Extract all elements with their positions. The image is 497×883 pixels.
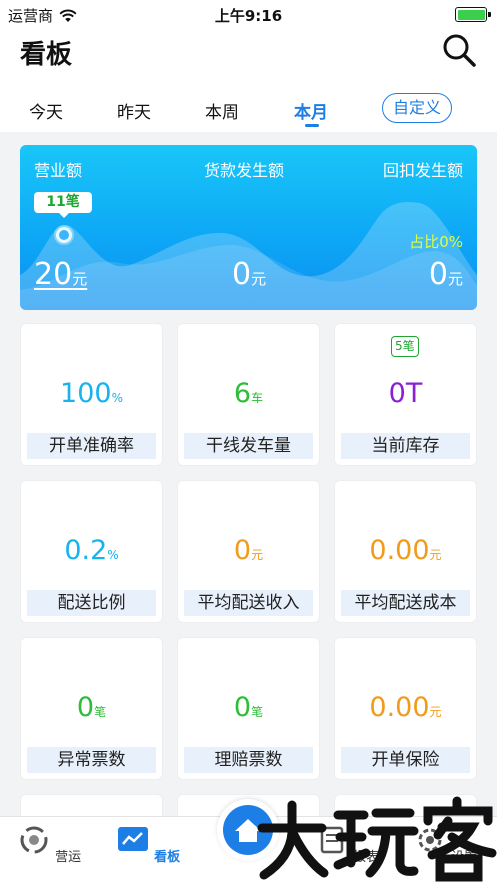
kpi-caption: 开单保险 — [341, 747, 470, 773]
kpi-value: 0笔 — [76, 692, 107, 723]
revenue-count-badge: 11笔 — [34, 192, 92, 218]
tab-yesterday[interactable]: 昨天 — [117, 98, 151, 123]
tab-this-week[interactable]: 本周 — [205, 98, 239, 123]
rebate-amount: 0 — [428, 257, 448, 292]
revenue-value[interactable]: 20元 — [34, 257, 87, 292]
search-icon[interactable] — [441, 32, 477, 68]
rebate-amount-unit: 元 — [447, 270, 463, 288]
header: 看板 — [0, 28, 497, 88]
goods-amount-value: 0元 — [232, 257, 266, 292]
rebate-amount-label: 回扣发生额 — [382, 161, 463, 180]
kpi-card-avg-delivery-cost[interactable]: 0.00元 平均配送成本 — [334, 480, 477, 623]
kpi-card-trunk-dispatch[interactable]: 6车 干线发车量 — [177, 323, 320, 466]
revenue-label: 营业额 — [34, 161, 83, 180]
kpi-caption: 平均配送收入 — [184, 590, 313, 616]
revenue-unit: 元 — [72, 270, 88, 288]
kpi-value: 0.00元 — [369, 535, 442, 566]
kpi-card-partial[interactable] — [20, 794, 163, 818]
kpi-caption: 当前库存 — [341, 433, 470, 459]
kpi-caption: 配送比例 — [27, 590, 156, 616]
watermark-logo — [257, 796, 497, 882]
kpi-value: 100% — [60, 378, 123, 409]
kpi-card-claim-tickets[interactable]: 0笔 理赔票数 — [177, 637, 320, 780]
kpi-caption: 干线发车量 — [184, 433, 313, 459]
kpi-caption: 平均配送成本 — [341, 590, 470, 616]
goods-amount-unit: 元 — [251, 270, 267, 288]
kpi-value: 6车 — [233, 378, 264, 409]
clock: 上午9:16 — [214, 7, 283, 25]
tab-this-month[interactable]: 本月 — [294, 98, 328, 123]
kpi-card-avg-delivery-income[interactable]: 0元 平均配送收入 — [177, 480, 320, 623]
kpi-value: 0.00元 — [369, 692, 442, 723]
inventory-count-badge: 5笔 — [391, 336, 419, 357]
kpi-caption: 理赔票数 — [184, 747, 313, 773]
custom-range-button[interactable]: 自定义 — [382, 93, 452, 123]
rebate-amount-value: 0元 — [429, 257, 463, 292]
nav-dashboard[interactable]: 看板 — [113, 823, 183, 865]
status-bar: 运营商 上午9:16 — [0, 0, 497, 28]
battery-icon — [455, 7, 491, 22]
period-tabs: 今天 昨天 本周 本月 自定义 — [0, 88, 497, 132]
kpi-caption: 异常票数 — [27, 747, 156, 773]
nav-operation-label: 营运 — [55, 850, 82, 865]
chart-point-marker — [56, 227, 72, 243]
kpi-caption: 开单准确率 — [27, 433, 156, 459]
kpi-card-order-insurance[interactable]: 0.00元 开单保险 — [334, 637, 477, 780]
goods-amount-label: 货款发生额 — [204, 161, 285, 180]
revenue-amount: 20 — [34, 257, 73, 292]
tab-today[interactable]: 今天 — [29, 98, 63, 123]
dashboard-icon — [117, 827, 148, 851]
kpi-card-order-accuracy[interactable]: 100% 开单准确率 — [20, 323, 163, 466]
operation-icon — [20, 826, 48, 854]
kpi-card-exception-tickets[interactable]: 0笔 异常票数 — [20, 637, 163, 780]
page-title: 看板 — [20, 40, 73, 70]
kpi-value: 0元 — [233, 535, 264, 566]
kpi-card-delivery-ratio[interactable]: 0.2% 配送比例 — [20, 480, 163, 623]
active-tab-indicator — [305, 124, 319, 127]
kpi-value: 0笔 — [233, 692, 264, 723]
kpi-value: 0.2% — [64, 535, 119, 566]
kpi-value: 0T — [388, 378, 423, 409]
goods-amount: 0 — [232, 257, 252, 292]
nav-dashboard-label: 看板 — [154, 850, 181, 865]
summary-banner[interactable]: 营业额 货款发生额 回扣发生额 11笔 占比0% 20元 0元 0元 — [20, 145, 477, 310]
nav-operation[interactable]: 营运 — [14, 823, 84, 865]
rebate-ratio: 占比0% — [409, 233, 463, 251]
kpi-card-current-inventory[interactable]: 5笔 0T 当前库存 — [334, 323, 477, 466]
